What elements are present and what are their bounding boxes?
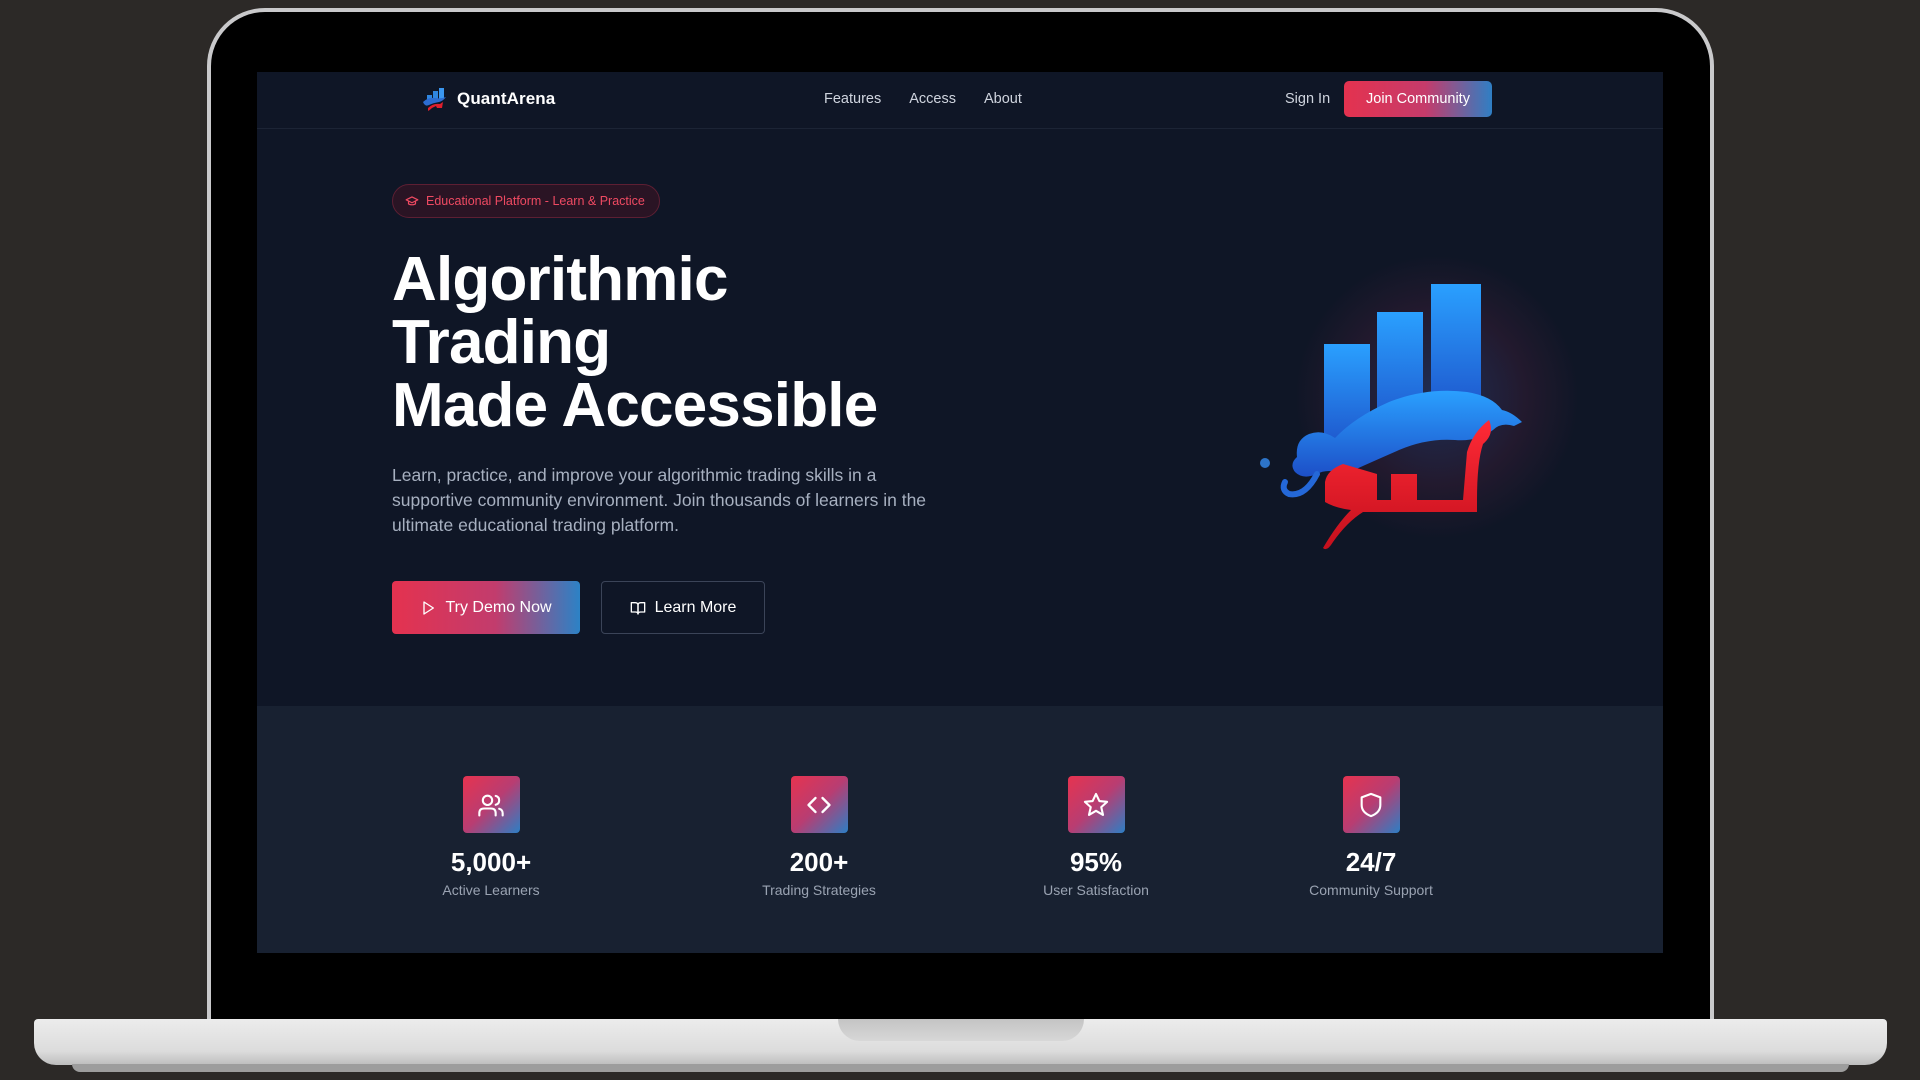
nav-link-about[interactable]: About (984, 91, 1022, 107)
users-icon (478, 794, 504, 817)
nav-link-access[interactable]: Access (909, 91, 956, 107)
learn-more-label: Learn More (654, 598, 737, 616)
stat-icon-tile (790, 776, 848, 833)
stat-value: 24/7 (1345, 847, 1397, 877)
hero-title-line: Trading (392, 308, 611, 377)
stat-value: 200+ (789, 847, 849, 877)
stat-value: 95% (1069, 847, 1123, 877)
hero-title-line: Algorithmic (392, 245, 728, 314)
stats-section: 5,000+ Active Learners 200+ Trading Stra… (257, 706, 1663, 953)
hero-description: Learn, practice, and improve your algori… (392, 465, 927, 535)
top-navbar: QuantArena Features Access About Sign In… (257, 72, 1663, 129)
hero-title-line: Made Accessible (392, 371, 878, 440)
badge-label: Educational Platform - Learn & Practice (426, 194, 645, 208)
laptop-base-edge (72, 1064, 1849, 1072)
nav-links: Features Access About (824, 91, 1022, 107)
brand-logo[interactable]: QuantArena (419, 86, 555, 112)
sign-in-link[interactable]: Sign In (1285, 91, 1330, 107)
stat-icon-tile (462, 776, 520, 833)
stat-label: Active Learners (442, 882, 540, 898)
laptop-notch (838, 1019, 1084, 1041)
platform-badge: Educational Platform - Learn & Practice (392, 184, 660, 218)
star-icon (1083, 792, 1109, 816)
hero-title: Algorithmic Trading Made Accessible (392, 248, 1032, 437)
stat-active-learners: 5,000+ Active Learners (381, 776, 601, 898)
brand-name: QuantArena (457, 89, 556, 108)
website-screen: QuantArena Features Access About Sign In… (257, 72, 1663, 953)
code-icon (807, 796, 831, 813)
stat-icon-tile (1342, 776, 1400, 833)
stat-value: 5,000+ (450, 847, 532, 877)
stat-user-satisfaction: 95% User Satisfaction (986, 776, 1206, 898)
stat-label: User Satisfaction (1043, 882, 1149, 898)
graduation-cap-icon (405, 196, 419, 206)
bull-chart-hero-illustration (1260, 284, 1522, 550)
stat-community-support: 24/7 Community Support (1261, 776, 1481, 898)
learn-more-button[interactable]: Learn More (601, 581, 765, 634)
try-demo-label: Try Demo Now (445, 598, 552, 616)
play-icon (423, 600, 435, 615)
bull-chart-logo-icon (423, 88, 446, 111)
join-community-button[interactable]: Join Community (1344, 81, 1492, 117)
stat-label: Community Support (1309, 882, 1433, 898)
try-demo-button[interactable]: Try Demo Now (392, 581, 580, 634)
nav-link-features[interactable]: Features (824, 91, 881, 107)
shield-icon (1360, 792, 1382, 817)
book-open-icon (630, 601, 645, 615)
stat-label: Trading Strategies (762, 882, 876, 898)
stat-icon-tile (1067, 776, 1125, 833)
stat-trading-strategies: 200+ Trading Strategies (709, 776, 929, 898)
